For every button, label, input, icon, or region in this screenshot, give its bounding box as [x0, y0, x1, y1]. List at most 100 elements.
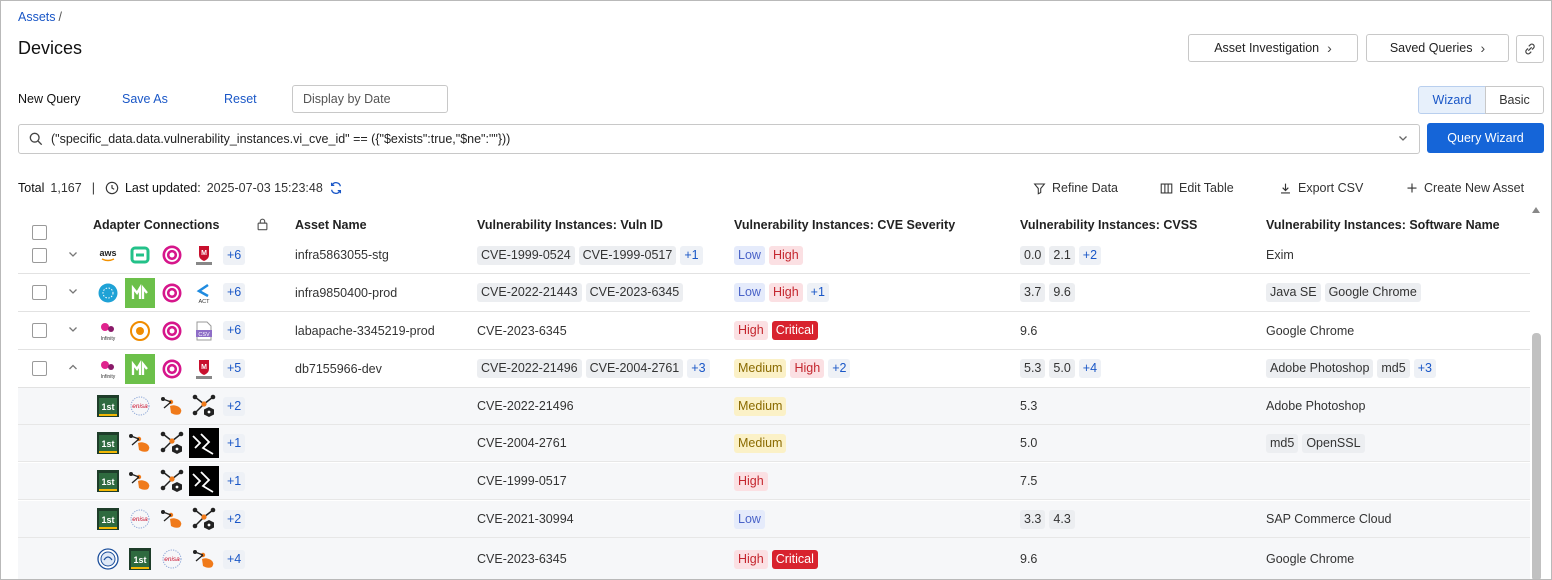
basic-toggle[interactable]: Basic — [1485, 86, 1544, 114]
edit-table-button[interactable]: Edit Table — [1160, 181, 1234, 195]
adapters-more-badge[interactable]: +6 — [223, 283, 246, 302]
target-icon — [157, 278, 187, 308]
row-checkbox[interactable] — [32, 361, 47, 376]
sub-row[interactable]: 1st enisa +2 CVE-2022-21496 Medium 5.3 Adobe P… — [18, 388, 1530, 425]
table-row[interactable]: Infinity CSV +6 labapache-3345219-prod CVE-2… — [18, 312, 1530, 350]
enisa-icon: enisa — [125, 504, 155, 534]
software-cell: Java SE Google Chrome — [1266, 274, 1421, 311]
severity-badge: High — [790, 359, 825, 378]
severity-cell: Medium — [734, 388, 787, 424]
query-expression-text: ("specific_data.data.vulnerability_insta… — [51, 132, 511, 146]
table-row[interactable]: ACT +6 infra9850400-prod CVE-2022-21443 CVE-… — [18, 274, 1530, 312]
column-adapter-connections[interactable]: Adapter Connections — [93, 218, 219, 232]
severity-more-badge[interactable]: +2 — [828, 359, 851, 378]
saved-queries-label: Saved Queries — [1389, 41, 1473, 55]
refresh-icon[interactable] — [329, 181, 343, 195]
adapters-more-badge[interactable]: +6 — [223, 245, 246, 265]
software-cell: Adobe Photoshop — [1266, 388, 1365, 424]
sub-row[interactable]: 1st +1 CVE-1999-0517 High 7.5 — [18, 463, 1530, 500]
export-csv-button[interactable]: Export CSV — [1279, 181, 1363, 195]
software-name: Adobe Photoshop — [1266, 399, 1366, 413]
asset-investigation-button[interactable]: Asset Investigation › — [1188, 34, 1358, 62]
adapter-connections-cell: Infinity M +5 — [93, 350, 246, 387]
saved-queries-button[interactable]: Saved Queries › — [1366, 34, 1509, 62]
severity-more-badge[interactable]: +1 — [806, 283, 829, 302]
adapters-more-badge[interactable]: +1 — [223, 471, 246, 491]
adapters-more-badge[interactable]: +5 — [223, 359, 246, 378]
cvss-value: 3.7 — [1020, 283, 1046, 302]
asset-name[interactable]: infra9850400-prod — [295, 286, 397, 300]
svg-text:aws: aws — [99, 248, 116, 258]
column-cve-severity[interactable]: Vulnerability Instances: CVE Severity — [734, 218, 955, 232]
sub-row[interactable]: 1st enisa +4 CVE-2023-6345 High Critical 9.6 Go… — [18, 538, 1530, 579]
query-wizard-button[interactable]: Query Wizard — [1427, 123, 1544, 153]
breadcrumb-assets-link[interactable]: Assets — [18, 10, 56, 24]
new-query-button[interactable]: New Query — [18, 92, 81, 106]
software-name: md5 — [1377, 359, 1410, 378]
asset-name[interactable]: infra5863055-stg — [295, 248, 389, 262]
severity-badge: High — [734, 549, 768, 569]
copy-link-button[interactable] — [1516, 35, 1544, 63]
scroll-up-arrow-icon[interactable] — [1532, 207, 1540, 213]
vuln-id: CVE-2022-21496 — [477, 359, 582, 378]
cvss-cell: 7.5 — [1020, 463, 1037, 499]
chevron-down-icon[interactable] — [67, 285, 79, 300]
adapters-more-badge[interactable]: +2 — [223, 509, 246, 529]
vuln-id: CVE-2022-21443 — [477, 283, 582, 302]
asset-name[interactable]: db7155966-dev — [295, 362, 382, 376]
svg-text:enisa: enisa — [132, 516, 148, 523]
adapters-more-badge[interactable]: +2 — [223, 396, 246, 416]
refine-data-button[interactable]: Refine Data — [1033, 181, 1118, 195]
cvss-cell: 5.3 5.0 +4 — [1020, 350, 1102, 387]
first-icon: 1st — [93, 466, 123, 496]
reset-button[interactable]: Reset — [224, 92, 257, 106]
cvss-more-badge[interactable]: +4 — [1078, 359, 1102, 378]
severity-badge: Low — [734, 245, 765, 265]
software-cell: Google Chrome — [1266, 312, 1354, 349]
cvss-value: 9.6 — [1020, 323, 1038, 338]
table-row[interactable]: Infinity M +5 db7155966-dev CVE-2022-21496 CV… — [18, 350, 1530, 388]
row-checkbox[interactable] — [32, 247, 47, 263]
vuln-more-badge[interactable]: +1 — [680, 245, 703, 265]
wizard-toggle[interactable]: Wizard — [1418, 86, 1486, 114]
chevron-down-icon[interactable] — [1397, 132, 1409, 144]
software-more-badge[interactable]: +3 — [1413, 359, 1436, 378]
adapters-more-badge[interactable]: +4 — [223, 549, 246, 569]
cvss-more-badge[interactable]: +2 — [1078, 245, 1102, 265]
cvss-value: 0.0 — [1020, 245, 1046, 265]
edit-table-label: Edit Table — [1179, 181, 1234, 195]
row-checkbox[interactable] — [32, 323, 47, 338]
column-cvss[interactable]: Vulnerability Instances: CVSS — [1020, 218, 1197, 232]
vuln-more-badge[interactable]: +3 — [687, 359, 710, 378]
sub-row[interactable]: 1st enisa +2 CVE-2021-30994 Low 3.3 4.3 SAP Com… — [18, 501, 1530, 538]
column-vuln-id[interactable]: Vulnerability Instances: Vuln ID — [477, 218, 663, 232]
svg-text:1st: 1st — [101, 439, 114, 449]
asset-name-cell: infra5863055-stg — [295, 237, 389, 273]
severity-badge: Low — [734, 509, 765, 529]
vuln-id-cell: CVE-1999-0524 CVE-1999-0517 +1 — [477, 237, 703, 273]
query-expression-input[interactable]: ("specific_data.data.vulnerability_insta… — [18, 124, 1420, 154]
cvss-cell: 9.6 — [1020, 312, 1037, 349]
scrollbar-thumb[interactable] — [1532, 333, 1541, 579]
create-new-asset-button[interactable]: Create New Asset — [1406, 181, 1524, 195]
first-icon: 1st — [125, 544, 155, 574]
chevron-up-icon[interactable] — [67, 361, 79, 376]
vuln-id-cell: CVE-2004-2761 — [477, 425, 567, 461]
sun-icon — [125, 316, 155, 346]
chevron-down-icon[interactable] — [67, 248, 79, 263]
chevron-down-icon[interactable] — [67, 323, 79, 338]
asset-name[interactable]: labapache-3345219-prod — [295, 324, 435, 338]
vuln-id-cell: CVE-2022-21496 CVE-2004-2761 +3 — [477, 350, 710, 387]
table-row[interactable]: aws M +6 infra5863055-stg CVE-1999-0524 CVE-1… — [18, 237, 1530, 274]
adapters-more-badge[interactable]: +1 — [223, 433, 246, 453]
save-as-button[interactable]: Save As — [122, 92, 168, 106]
seal-icon — [93, 544, 123, 574]
sub-row[interactable]: 1st +1 CVE-2004-2761 Medium 5.0 md5 OpenSSL — [18, 425, 1530, 462]
display-by-date-input[interactable]: Display by Date — [292, 85, 448, 113]
column-software-name[interactable]: Vulnerability Instances: Software Name — [1266, 218, 1500, 232]
lock-icon[interactable] — [256, 217, 269, 234]
row-checkbox[interactable] — [32, 285, 47, 300]
column-asset-name[interactable]: Asset Name — [295, 218, 367, 232]
adapters-more-badge[interactable]: +6 — [223, 321, 246, 340]
asset-name-cell: infra9850400-prod — [295, 274, 397, 311]
